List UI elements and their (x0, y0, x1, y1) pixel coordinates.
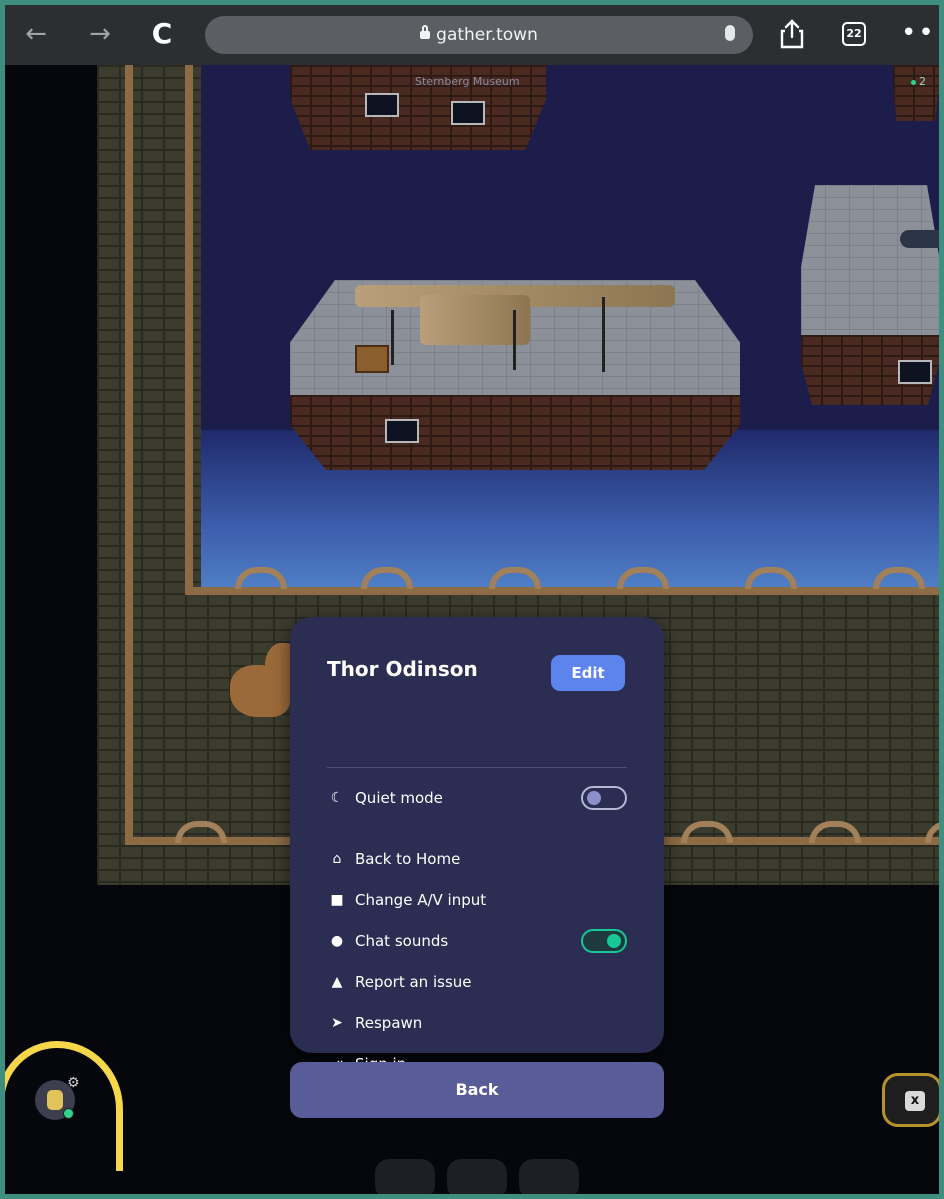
home-icon: ⌂ (332, 851, 342, 867)
lock-icon (420, 25, 431, 39)
exhibit-platform-right-top (893, 65, 939, 121)
reload-icon[interactable]: C (147, 19, 177, 49)
menu-item-back-to-home[interactable]: ⌂ Back to Home (327, 847, 461, 871)
arch-decoration (925, 821, 939, 843)
stand-pole (602, 297, 605, 372)
menu-item-respawn[interactable]: ➤ Respawn (327, 1011, 422, 1035)
microphone-icon[interactable] (725, 25, 735, 41)
exhibit-plaque[interactable] (898, 360, 932, 384)
menu-item-report-issue[interactable]: ▲ Report an issue (327, 970, 472, 994)
chat-sounds-toggle[interactable] (581, 929, 627, 953)
menu-item-chat-sounds[interactable]: ● Chat sounds (327, 929, 448, 953)
arch-decoration (809, 821, 861, 843)
forward-arrow-icon[interactable]: → (85, 19, 115, 49)
close-button[interactable]: x (882, 1073, 939, 1127)
browser-toolbar: ← → C gather.town 22 ••• (5, 5, 939, 65)
menu-item-label: Back to Home (355, 850, 461, 868)
warning-icon: ▲ (331, 974, 343, 990)
exhibit-platform-right (801, 185, 939, 350)
wall-trim (185, 65, 193, 595)
arch-decoration (681, 821, 733, 843)
settings-menu: Thor Odinson Edit ☾ Quiet mode ⌂ Back to… (290, 617, 664, 1053)
url-display: gather.town (205, 25, 753, 45)
location-arrow-icon: ➤ (331, 1015, 343, 1031)
quiet-mode-toggle[interactable] (581, 786, 627, 810)
arch-decoration (617, 567, 669, 589)
video-camera-icon: ■ (330, 892, 344, 908)
quiet-mode-label: Quiet mode (355, 789, 443, 807)
quiet-mode-row[interactable]: ☾ Quiet mode (327, 786, 443, 810)
toolbar-pill[interactable] (447, 1159, 507, 1194)
arch-decoration (489, 567, 541, 589)
menu-item-label: Respawn (355, 1014, 423, 1032)
toggle-knob (587, 791, 601, 805)
arch-row-upper (185, 567, 939, 589)
chat-bubble-icon: ● (330, 933, 344, 949)
edit-profile-button[interactable]: Edit (551, 655, 625, 691)
room-label: Sternberg Museum (415, 75, 520, 88)
treasure-chest[interactable] (355, 345, 389, 373)
stand-pole (391, 310, 394, 365)
user-name: Thor Odinson (327, 657, 478, 681)
app-frame: ← → C gather.town 22 ••• (5, 5, 939, 1194)
menu-item-label: Chat sounds (355, 932, 449, 950)
arch-decoration (873, 567, 925, 589)
exhibit-plaque[interactable] (451, 101, 485, 125)
arch-decoration (745, 567, 797, 589)
toolbar-pill[interactable] (375, 1159, 435, 1194)
back-arrow-icon[interactable]: ← (21, 19, 51, 49)
url-text: gather.town (436, 25, 538, 45)
menu-item-change-av-input[interactable]: ■ Change A/V input (327, 888, 486, 912)
exhibit-platform-main-base (290, 395, 740, 470)
back-button[interactable]: Back (290, 1062, 664, 1118)
stand-pole (513, 310, 516, 370)
address-bar[interactable]: gather.town (205, 16, 753, 54)
arch-decoration (361, 567, 413, 589)
share-icon[interactable] (779, 19, 805, 49)
moon-icon: ☾ (330, 790, 344, 806)
arch-decoration (235, 567, 287, 589)
online-count: 2 (911, 75, 926, 88)
wall-trim (125, 65, 133, 845)
toggle-knob (607, 934, 621, 948)
toolbar-pill[interactable] (519, 1159, 579, 1194)
menu-item-label: Report an issue (355, 973, 472, 991)
exhibit-plaque[interactable] (385, 419, 419, 443)
fossil-fish[interactable] (900, 230, 939, 248)
menu-divider (327, 767, 627, 768)
tabs-count-button[interactable]: 22 (842, 22, 866, 46)
close-icon: x (905, 1091, 925, 1111)
menu-item-label: Change A/V input (355, 891, 487, 909)
more-options-icon[interactable]: ••• (901, 18, 939, 48)
exhibit-plaque[interactable] (365, 93, 399, 117)
